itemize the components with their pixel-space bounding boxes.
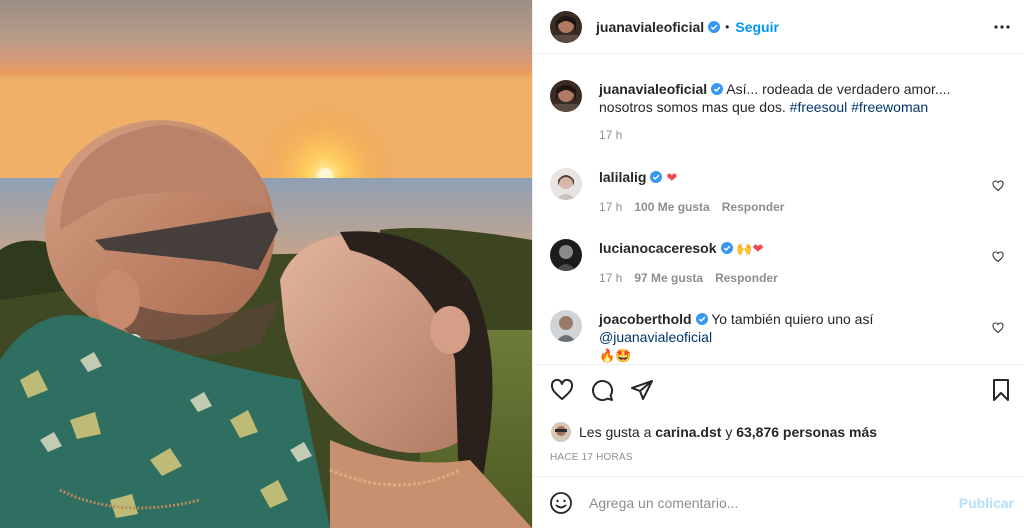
avatar-image [550,168,582,200]
verified-badge-icon [708,20,721,33]
heart-icon[interactable] [550,378,574,402]
comment-text: lalilalig ❤ [599,168,989,188]
caption-time[interactable]: 17 h [599,128,622,142]
send-icon[interactable] [630,378,654,402]
comments-list[interactable]: juanavialeoficial Así... rodeada de verd… [533,55,1024,363]
commenter-avatar[interactable] [550,310,582,342]
caption: juanavialeoficial Así... rodeada de verd… [550,80,1010,142]
publish-button[interactable]: Publicar [959,495,1014,511]
commenter-avatar[interactable] [550,168,582,200]
author-username[interactable]: juanavialeoficial [596,19,704,35]
comment-text: joacoberthold Yo también quiero uno así … [599,310,989,363]
comment-message: Yo también quiero uno así [711,311,874,327]
caption-body: juanavialeoficial Así... rodeada de verd… [599,80,989,142]
add-comment-bar: Publicar [533,476,1024,528]
instagram-post: juanavialeoficial • Seguir juanavialeofi… [0,0,1024,528]
author-avatar[interactable] [550,10,582,43]
likes-summary: Les gusta a carina.dst y 63,876 personas… [551,422,877,442]
verified-badge-icon [711,83,724,95]
comment-meta: 17 h 100 Me gusta Responder [599,200,989,214]
comment-meta: 17 h 97 Me gusta Responder [599,271,989,285]
fire-starstruck-emoji: 🔥🤩 [599,349,632,363]
comment-like-icon[interactable] [992,322,1004,334]
caption-meta: 17 h [599,128,989,142]
separator-dot: • [725,19,730,34]
mention-link[interactable]: @juanavialeoficial [599,329,712,345]
post-timestamp[interactable]: HACE 17 HORAS [550,452,633,463]
comment-text: lucianocaceresok 🙌❤ [599,239,989,259]
likes-prefix: Les gusta a [579,424,652,440]
reply-button[interactable]: Responder [722,200,785,214]
verified-badge-icon [720,242,733,254]
comment-body: joacoberthold Yo también quiero uno así … [599,310,989,363]
comment-username[interactable]: lucianocaceresok [599,240,717,256]
heart-emoji: ❤ [666,171,678,186]
likes-joiner: y [725,424,733,440]
comment-likes[interactable]: 100 Me gusta [634,200,709,214]
likes-count[interactable]: 63,876 personas más [736,424,877,440]
emoji-smile-icon[interactable] [549,491,573,515]
liker-avatar[interactable] [551,422,571,442]
comment-body: lucianocaceresok 🙌❤ 17 h 97 Me gusta Res… [599,239,989,285]
caption-username[interactable]: juanavialeoficial [599,81,707,97]
comment-icon[interactable] [590,378,614,402]
verified-badge-icon [650,171,663,183]
sunset-kiss-photo [0,0,532,528]
post-photo[interactable] [0,0,532,528]
bookmark-icon[interactable] [989,378,1013,402]
more-horizontal-icon[interactable] [993,18,1011,36]
comment-like-icon[interactable] [992,180,1004,192]
comment-item: lalilalig ❤ 17 h 100 Me gusta Responder [550,168,1010,214]
avatar-image [550,239,582,271]
hashtag-link[interactable]: #freewoman [851,99,928,115]
comment-like-icon[interactable] [992,251,1004,263]
comment-item: joacoberthold Yo también quiero uno así … [550,310,1010,363]
comment-time[interactable]: 17 h [599,271,622,285]
commenter-avatar[interactable] [550,239,582,271]
caption-avatar[interactable] [550,80,582,112]
post-side-panel: juanavialeoficial • Seguir juanavialeofi… [532,0,1024,528]
comment-item: lucianocaceresok 🙌❤ 17 h 97 Me gusta Res… [550,239,1010,285]
comment-body: lalilalig ❤ 17 h 100 Me gusta Responder [599,168,989,214]
post-header: juanavialeoficial • Seguir [533,0,1024,54]
comment-likes[interactable]: 97 Me gusta [634,271,703,285]
avatar-image [550,310,582,342]
comment-username[interactable]: joacoberthold [599,311,692,327]
verified-badge-icon [695,313,708,325]
comment-input[interactable] [589,494,949,511]
caption-text: juanavialeoficial Así... rodeada de verd… [599,80,989,116]
reply-button[interactable]: Responder [715,271,778,285]
comment-username[interactable]: lalilalig [599,169,646,185]
raised-hands-heart-emoji: 🙌❤ [736,242,764,257]
hashtag-link[interactable]: #freesoul [790,99,848,115]
post-actions: Les gusta a carina.dst y 63,876 personas… [533,364,1024,476]
avatar-image [550,80,582,112]
avatar-image [550,10,582,43]
follow-button[interactable]: Seguir [735,19,779,35]
liker-username[interactable]: carina.dst [655,424,721,440]
comment-time[interactable]: 17 h [599,200,622,214]
avatar-image [551,422,571,442]
